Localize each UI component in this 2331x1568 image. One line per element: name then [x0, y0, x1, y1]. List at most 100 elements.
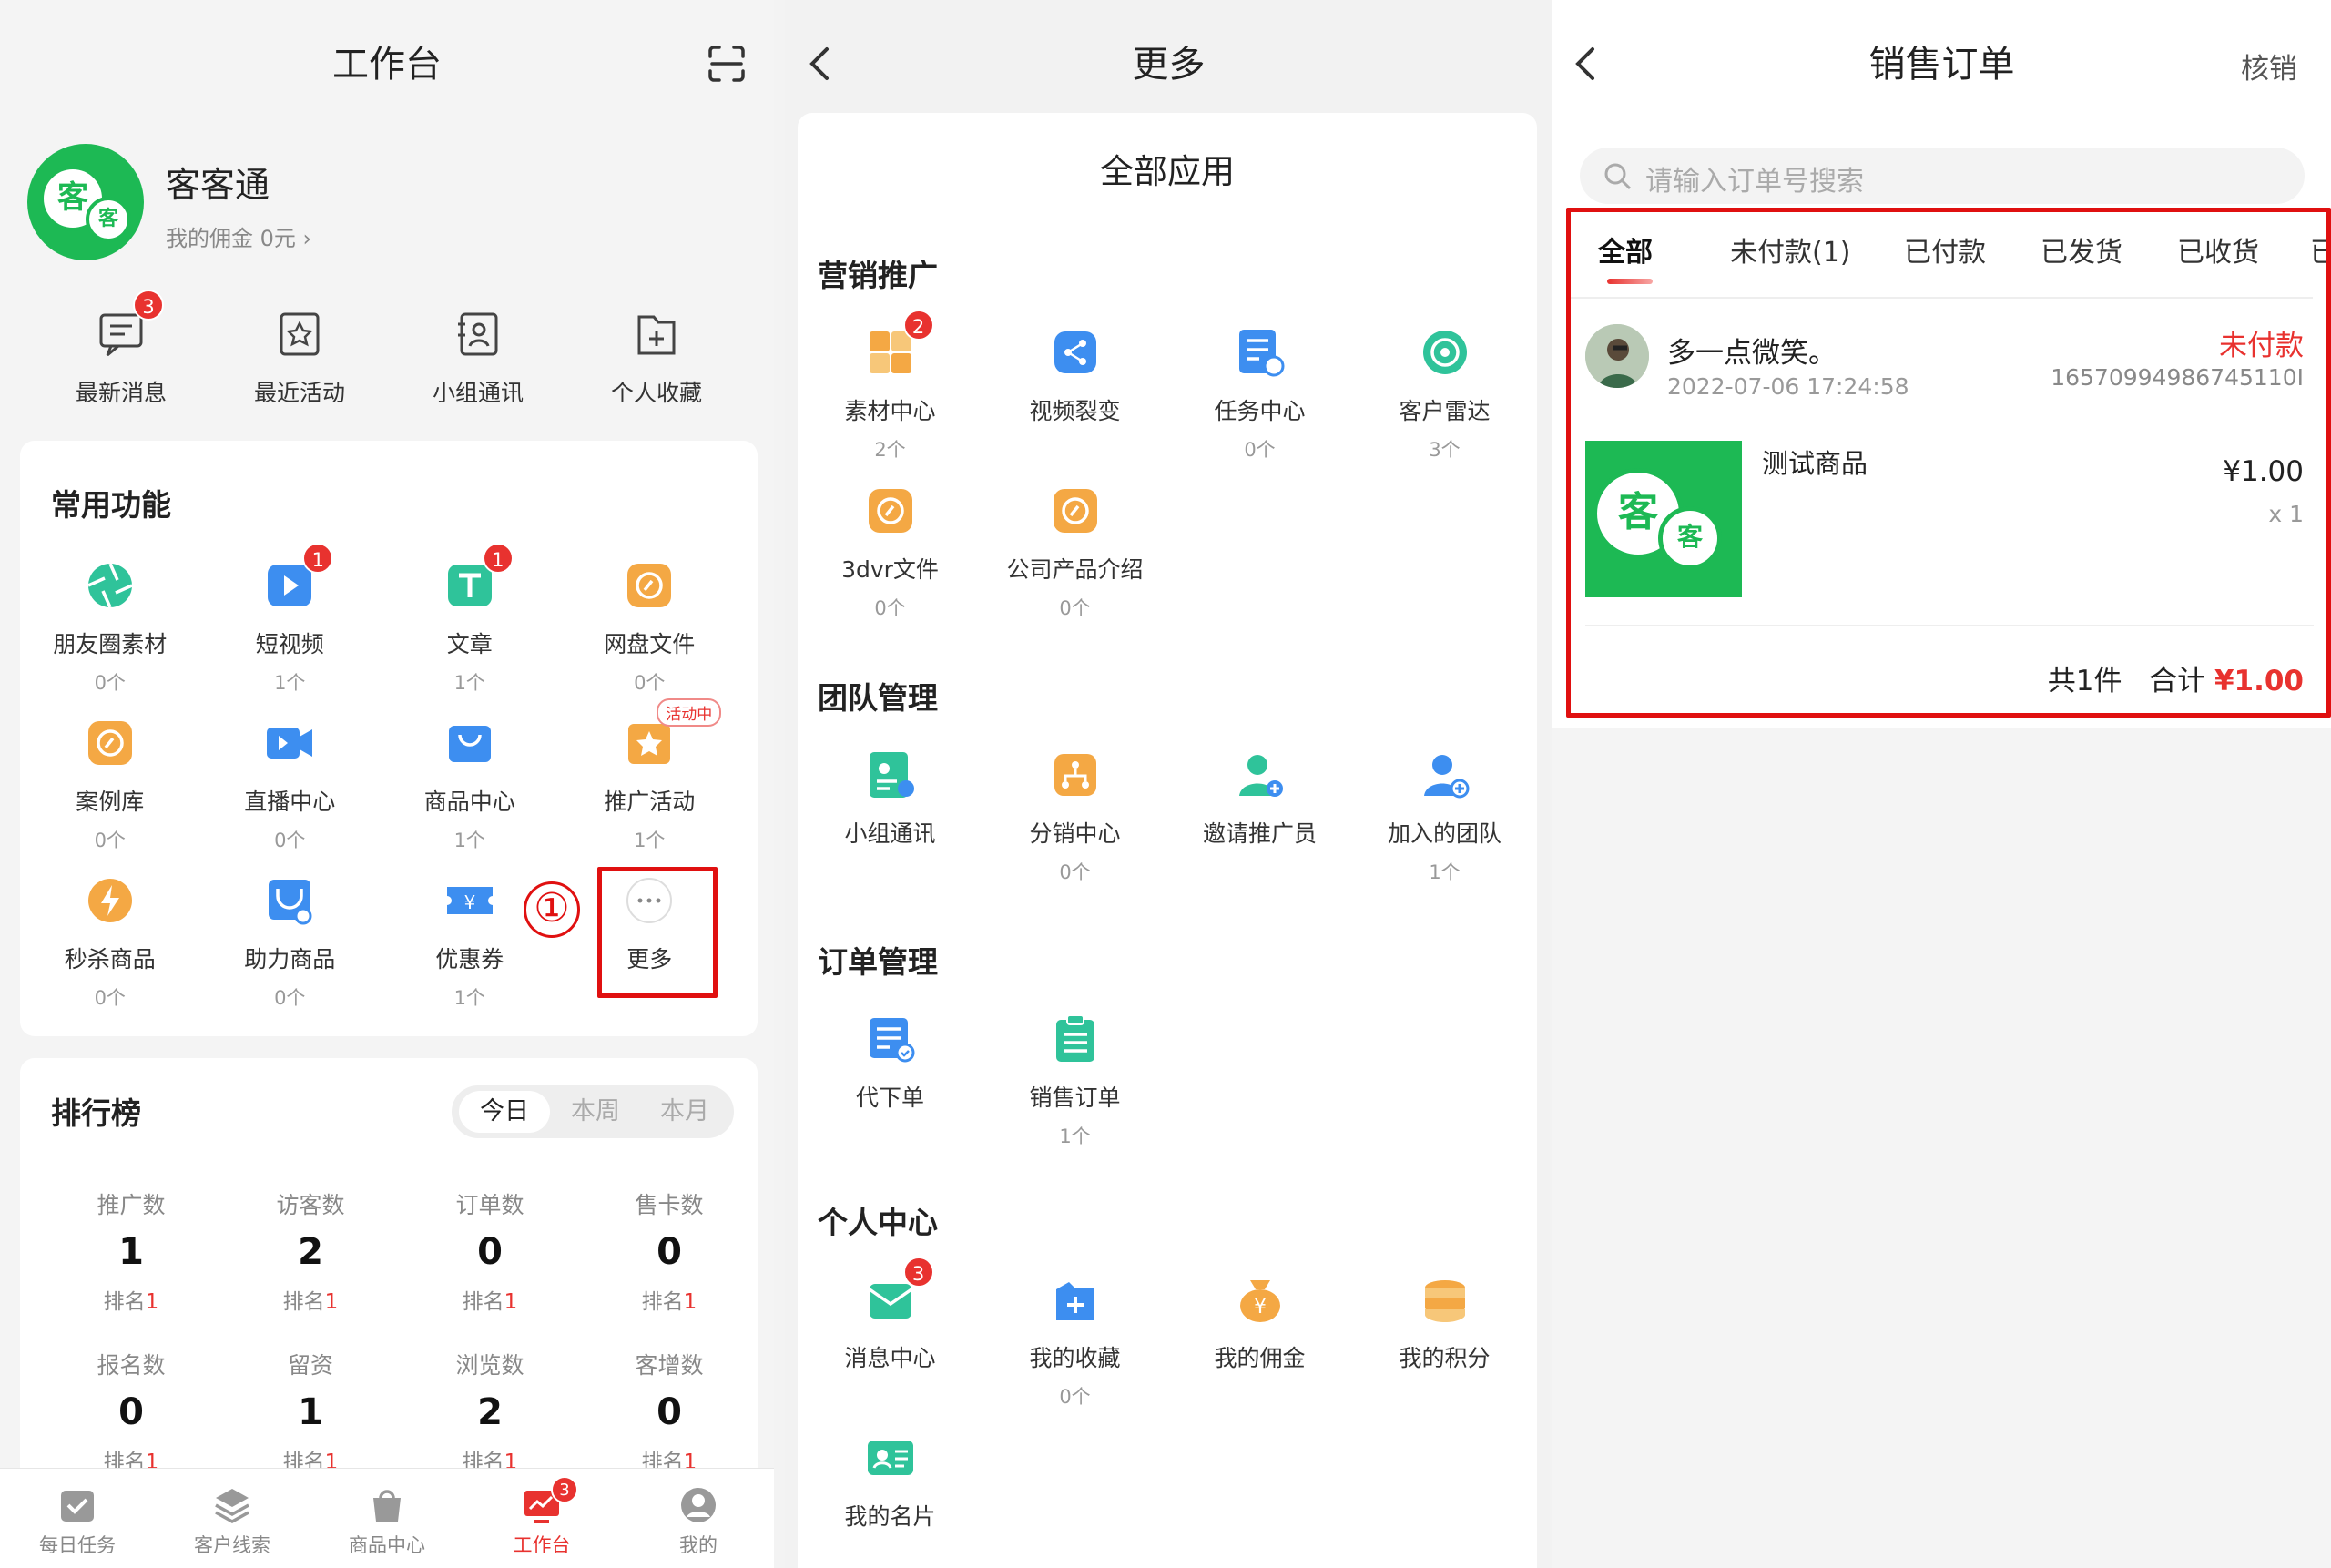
page-title: 工作台 — [332, 44, 442, 86]
layers-icon — [212, 1485, 252, 1525]
app-label: 商品中心 — [423, 789, 515, 815]
nav-product-center[interactable]: 商品中心 — [323, 1485, 451, 1558]
ranking-stat: 推广数 1 排名1 — [40, 1187, 222, 1315]
section-title: 团队管理 — [818, 680, 938, 716]
app-label: 朋友圈素材 — [53, 631, 168, 657]
ranking-period-tabs: 今日 本周 本月 — [452, 1085, 734, 1138]
section-grid: 2 素材中心 2个 视频裂变 任务中心 0个 客户雷达 3个 3dvr文件 0个 公司产品介绍 0个 — [798, 310, 1537, 632]
app-count: 1个 — [274, 672, 306, 694]
quick-item-activities[interactable]: 最近活动 — [231, 300, 368, 408]
quick-item-favorites[interactable]: 个人收藏 — [588, 300, 725, 408]
commission-link[interactable]: 我的佣金 0元 › — [166, 220, 311, 252]
rank-value: 1 — [145, 1290, 159, 1314]
ranking-stat: 留资 1 排名1 — [219, 1348, 402, 1475]
app-label: 我的名片 — [844, 1503, 936, 1530]
money-bag-icon: ¥ — [1234, 1273, 1287, 1326]
app-count: 1个 — [453, 672, 485, 694]
section-grid: 代下单 销售订单 1个 — [798, 1002, 1537, 1160]
ranking-stat: 报名数 0 排名1 — [40, 1348, 222, 1475]
section-title: 个人中心 — [818, 1205, 938, 1240]
coins-icon — [1419, 1273, 1471, 1326]
nav-workbench[interactable]: 3 工作台 — [478, 1476, 606, 1558]
app-label: 助力商品 — [244, 946, 336, 972]
app-item[interactable]: 1 文章 1个 — [380, 543, 560, 706]
app-label: 代下单 — [855, 1084, 924, 1111]
tab-today[interactable]: 今日 — [459, 1091, 550, 1133]
app-item[interactable]: 活动中 推广活动 1个 — [560, 698, 740, 863]
app-count: 0个 — [94, 987, 126, 1009]
app-label: 我的收藏 — [1029, 1345, 1121, 1371]
app-item[interactable]: 商品中心 1个 — [380, 706, 560, 863]
nav-label: 每日任务 — [39, 1534, 116, 1556]
app-item[interactable]: 我的名片 — [798, 1420, 982, 1568]
stat-value: 0 — [657, 1231, 682, 1273]
count-badge: 3 — [902, 1257, 934, 1288]
tab-month[interactable]: 本月 — [639, 1091, 730, 1133]
nav-label: 我的 — [679, 1534, 718, 1556]
sales-order-screen: 销售订单 核销 请输入订单号搜索 全部 未付款(1) 已付款 已发货 已收货 已… — [1552, 0, 2331, 1568]
app-item[interactable]: 2 素材中心 2个 — [798, 310, 982, 473]
app-count: 0个 — [1059, 861, 1091, 883]
page-title: 销售订单 — [1868, 44, 2015, 86]
team-icon — [1419, 748, 1471, 801]
app-item[interactable]: 3 消息中心 — [798, 1257, 982, 1420]
app-item[interactable]: 助力商品 0个 — [200, 863, 381, 1021]
coupon-icon: ¥ — [443, 874, 496, 927]
app-label: 短视频 — [255, 631, 324, 657]
app-item[interactable]: 加入的团队 1个 — [1352, 738, 1537, 896]
scan-icon[interactable] — [707, 44, 747, 84]
app-item[interactable]: 邀请推广员 — [1167, 738, 1352, 896]
app-item[interactable]: 朋友圈素材 0个 — [20, 548, 200, 706]
more-apps-screen: 更多 全部应用 营销推广 2 素材中心 2个 视频裂变 任务中心 0个 客户雷达 3个 3dvr文… — [785, 0, 1552, 1568]
app-label: 我的佣金 — [1214, 1345, 1306, 1371]
app-label: 小组通讯 — [844, 820, 936, 847]
app-item[interactable]: 代下单 — [798, 1002, 982, 1160]
app-label: 直播中心 — [244, 789, 336, 815]
ranking-stat: 访客数 2 排名1 — [219, 1187, 402, 1315]
compass-icon — [864, 484, 917, 537]
quick-item-messages[interactable]: 3 最新消息 — [53, 290, 189, 408]
app-item[interactable]: 视频裂变 — [982, 315, 1167, 473]
quick-label: 最近活动 — [253, 380, 345, 406]
nav-customer-leads[interactable]: 客户线索 — [168, 1485, 296, 1558]
profile-avatar[interactable]: 客 客 — [27, 144, 144, 260]
app-item[interactable]: 秒杀商品 0个 — [20, 863, 200, 1021]
video-icon — [263, 717, 316, 769]
quick-label: 小组通讯 — [432, 380, 524, 406]
ranking-stat: 浏览数 2 排名1 — [399, 1348, 581, 1475]
app-item[interactable]: 分销中心 0个 — [982, 738, 1167, 896]
app-item[interactable]: 网盘文件 0个 — [560, 548, 740, 706]
count-badge: 2 — [902, 310, 934, 341]
stat-label: 访客数 — [276, 1192, 345, 1218]
app-item[interactable]: 3dvr文件 0个 — [798, 473, 982, 632]
app-item[interactable]: ¥ 我的佣金 — [1167, 1262, 1352, 1420]
app-item[interactable]: 直播中心 0个 — [200, 706, 381, 863]
quick-item-group[interactable]: 小组通讯 — [410, 300, 546, 408]
app-item[interactable]: 销售订单 1个 — [982, 1002, 1167, 1160]
app-item[interactable]: 案例库 0个 — [20, 706, 200, 863]
app-label: 我的积分 — [1399, 1345, 1491, 1371]
rank-label: 排名 — [103, 1290, 146, 1314]
nav-label: 客户线索 — [194, 1534, 270, 1556]
nav-daily-tasks[interactable]: 每日任务 — [14, 1485, 141, 1558]
rank-value: 1 — [683, 1290, 697, 1314]
app-count: 1个 — [453, 830, 485, 851]
verify-button[interactable]: 核销 — [2241, 46, 2297, 87]
app-item[interactable]: 我的积分 — [1352, 1262, 1537, 1420]
workbench-screen: 工作台 客 客 客客通 我的佣金 0元 › 3 最新消息 最近活动 小组通讯 个… — [0, 0, 774, 1568]
app-item[interactable]: 公司产品介绍 0个 — [982, 473, 1167, 632]
compass-icon — [84, 717, 137, 769]
app-item[interactable]: 1 短视频 1个 — [200, 543, 381, 706]
app-item[interactable]: 任务中心 0个 — [1167, 315, 1352, 473]
app-item[interactable]: 小组通讯 — [798, 738, 982, 896]
app-count: 1个 — [453, 987, 485, 1009]
nav-mine[interactable]: 我的 — [635, 1485, 762, 1558]
app-item[interactable]: ¥ 优惠券 1个 — [380, 863, 560, 1021]
app-item[interactable]: 客户雷达 3个 — [1352, 315, 1537, 473]
app-item[interactable]: 我的收藏 0个 — [982, 1262, 1167, 1420]
highlight-box-more — [597, 867, 718, 998]
app-label: 案例库 — [76, 789, 145, 815]
search-bar[interactable]: 请输入订单号搜索 — [1580, 148, 2305, 204]
tab-week[interactable]: 本周 — [550, 1091, 641, 1133]
bolt-icon — [84, 874, 137, 927]
